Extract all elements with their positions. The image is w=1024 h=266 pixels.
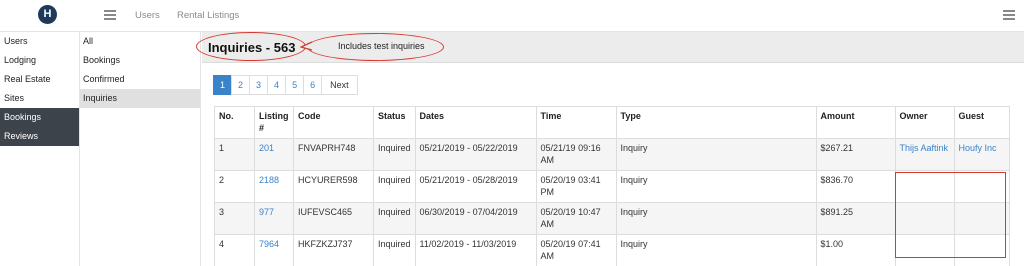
logo-letter: H — [43, 8, 52, 20]
col-header-type[interactable]: Type — [615, 106, 817, 139]
cell-no: 4 — [214, 234, 255, 266]
subnav-item-inquiries[interactable]: Inquiries — [80, 89, 200, 108]
callout-pointer — [300, 41, 312, 51]
page-2[interactable]: 2 — [231, 75, 251, 95]
cell-no: 2 — [214, 170, 255, 203]
cell-time: 05/20/19 07:41 AM — [535, 234, 617, 266]
col-header-status[interactable]: Status — [373, 106, 416, 139]
cell-dates: 05/21/2019 - 05/22/2019 — [414, 138, 537, 171]
logo[interactable]: H — [38, 5, 57, 24]
col-header-listing[interactable]: Listing # — [254, 106, 294, 139]
page-6[interactable]: 6 — [303, 75, 323, 95]
cell-listing-link[interactable]: 2188 — [254, 170, 294, 203]
page-5[interactable]: 5 — [285, 75, 305, 95]
cell-type: Inquiry — [615, 234, 817, 266]
annotation-highlight-box — [895, 172, 1006, 258]
cell-status: Inquired — [373, 170, 416, 203]
cell-listing-link[interactable]: 7964 — [254, 234, 294, 266]
cell-amount: $1.00 — [815, 234, 896, 266]
cell-type: Inquiry — [615, 138, 817, 171]
cell-listing-link[interactable]: 201 — [254, 138, 294, 171]
col-header-dates[interactable]: Dates — [414, 106, 537, 139]
table-row: 4 7964 HKFZKZJ737 Inquired 11/02/2019 - … — [214, 234, 1010, 266]
cell-amount: $267.21 — [815, 138, 896, 171]
cell-code: FNVAPRH748 — [293, 138, 374, 171]
cell-dates: 11/02/2019 - 11/03/2019 — [414, 234, 537, 266]
col-header-code[interactable]: Code — [293, 106, 374, 139]
menu-icon[interactable] — [1003, 10, 1015, 20]
cell-type: Inquiry — [615, 170, 817, 203]
table-row: 3 977 IUFEVSC465 Inquired 06/30/2019 - 0… — [214, 202, 1010, 235]
sidebar-item-sites[interactable]: Sites — [0, 89, 79, 108]
page-3[interactable]: 3 — [249, 75, 269, 95]
next-page-button[interactable]: Next — [321, 75, 358, 95]
cell-amount: $836.70 — [815, 170, 896, 203]
cell-status: Inquired — [373, 202, 416, 235]
table-row: 2 2188 HCYURER598 Inquired 05/21/2019 - … — [214, 170, 1010, 203]
cell-no: 3 — [214, 202, 255, 235]
cell-code: HCYURER598 — [293, 170, 374, 203]
col-header-guest[interactable]: Guest — [953, 106, 1010, 139]
cell-no: 1 — [214, 138, 255, 171]
cell-listing-link[interactable]: 977 — [254, 202, 294, 235]
cell-code: HKFZKZJ737 — [293, 234, 374, 266]
nav-link-rental-listings[interactable]: Rental Listings — [177, 10, 239, 21]
callout-text: Includes test inquiries — [338, 41, 425, 51]
cell-owner-link[interactable]: Thijs Aaftink — [894, 138, 955, 171]
primary-sidebar: Users Lodging Real Estate Sites Bookings… — [0, 32, 80, 266]
top-navbar: H Users Rental Listings — [0, 0, 1024, 32]
cell-time: 05/21/19 09:16 AM — [535, 138, 617, 171]
cell-time: 05/20/19 03:41 PM — [535, 170, 617, 203]
page-4[interactable]: 4 — [267, 75, 287, 95]
sidebar-item-reviews[interactable]: Reviews — [0, 127, 79, 146]
col-header-no[interactable]: No. — [214, 106, 255, 139]
cell-dates: 05/21/2019 - 05/28/2019 — [414, 170, 537, 203]
subnav-item-confirmed[interactable]: Confirmed — [80, 70, 200, 89]
cell-status: Inquired — [373, 234, 416, 266]
inquiries-table: No. Listing # Code Status Dates Time Typ… — [214, 106, 1010, 266]
sidebar-item-real-estate[interactable]: Real Estate — [0, 70, 79, 89]
cell-time: 05/20/19 10:47 AM — [535, 202, 617, 235]
col-header-amount[interactable]: Amount — [815, 106, 896, 139]
cell-type: Inquiry — [615, 202, 817, 235]
table-header-row: No. Listing # Code Status Dates Time Typ… — [214, 106, 1010, 139]
cell-guest-link[interactable]: Houfy Inc — [953, 138, 1010, 171]
cell-dates: 06/30/2019 - 07/04/2019 — [414, 202, 537, 235]
pagination: 1 2 3 4 5 6 Next — [213, 75, 358, 95]
col-header-time[interactable]: Time — [535, 106, 617, 139]
cell-status: Inquired — [373, 138, 416, 171]
secondary-sidebar: All Bookings Confirmed Inquiries — [80, 32, 201, 266]
cell-amount: $891.25 — [815, 202, 896, 235]
subnav-item-all[interactable]: All — [80, 32, 200, 51]
sidebar-item-lodging[interactable]: Lodging — [0, 51, 79, 70]
cell-code: IUFEVSC465 — [293, 202, 374, 235]
table-row: 1 201 FNVAPRH748 Inquired 05/21/2019 - 0… — [214, 138, 1010, 171]
title-bar: Inquiries - 563 Includes test inquiries — [196, 32, 1024, 63]
menu-toggle-icon[interactable] — [104, 10, 116, 20]
subnav-item-bookings[interactable]: Bookings — [80, 51, 200, 70]
col-header-owner[interactable]: Owner — [894, 106, 955, 139]
sidebar-item-bookings[interactable]: Bookings — [0, 108, 79, 127]
sidebar-item-users[interactable]: Users — [0, 32, 79, 51]
annotation-ellipse — [196, 32, 306, 61]
page-1[interactable]: 1 — [213, 75, 233, 95]
nav-link-users[interactable]: Users — [135, 10, 160, 21]
